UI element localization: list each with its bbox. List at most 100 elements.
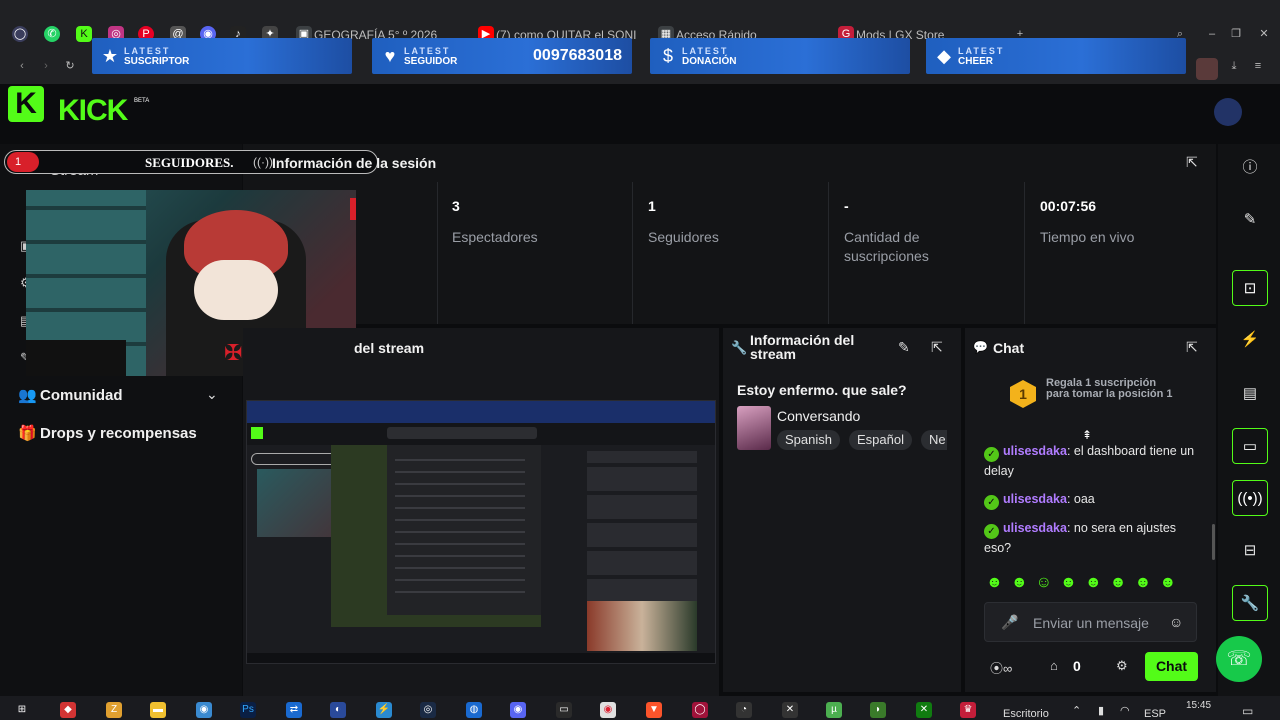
- chat-toggle-icon[interactable]: ▭: [1232, 428, 1268, 464]
- edit-pencil-icon[interactable]: ✎: [898, 339, 910, 356]
- reload-icon[interactable]: ↻: [62, 58, 78, 74]
- kick-wordmark: KICK: [58, 94, 128, 127]
- user-avatar[interactable]: [1214, 98, 1242, 126]
- tray-arrow-icon[interactable]: ⌃: [1072, 704, 1081, 717]
- popout-icon[interactable]: ⇱: [931, 339, 943, 356]
- pin-icon[interactable]: ⇞: [1082, 428, 1092, 442]
- language-indicator[interactable]: ESP: [1144, 708, 1166, 720]
- live-time-value: 00:07:56: [1040, 198, 1097, 214]
- app-icon[interactable]: ◆: [60, 702, 76, 718]
- banner-label: SUSCRIPTOR: [124, 56, 190, 67]
- filezilla-icon[interactable]: Z: [106, 702, 122, 718]
- chat-message: ✓ ulisesdaka: el dashboard tiene un delay: [984, 442, 1199, 481]
- folder-icon[interactable]: ▬: [150, 702, 166, 718]
- app-icon[interactable]: ◉: [196, 702, 212, 718]
- whatsapp-icon[interactable]: ✆: [44, 26, 60, 42]
- layout-icon[interactable]: ⊟: [1232, 533, 1268, 569]
- chat-username[interactable]: ulisesdaka: [1003, 444, 1067, 458]
- send-chat-button[interactable]: Chat: [1145, 652, 1198, 681]
- dollar-icon: $: [662, 46, 673, 66]
- steam-icon[interactable]: ◎: [420, 702, 436, 718]
- kick-tab-icon[interactable]: K: [76, 26, 92, 42]
- gift-icon: 🎁: [18, 425, 37, 442]
- brave-icon[interactable]: ▼: [646, 702, 662, 718]
- back-icon[interactable]: ‹: [14, 58, 30, 74]
- network-icon[interactable]: ◠: [1120, 704, 1130, 717]
- opera-gx-taskbar-icon[interactable]: ◯: [692, 702, 708, 718]
- app-icon[interactable]: ◍: [466, 702, 482, 718]
- sidebar-item-comunidad[interactable]: 👥 Comunidad: [18, 386, 123, 404]
- tag-spanish: Spanish: [777, 430, 840, 450]
- app-icon[interactable]: ◔: [736, 702, 752, 718]
- divider: [632, 182, 633, 324]
- thunder-icon[interactable]: ⚡: [376, 702, 392, 718]
- usb-icon[interactable]: ▮: [1098, 704, 1104, 717]
- emote-picker-row[interactable]: ☻☻☺☻☻☻☻☻: [986, 574, 1196, 594]
- verified-badge-icon: ✓: [984, 447, 999, 462]
- app-icon[interactable]: ✕: [782, 702, 798, 718]
- photoshop-icon[interactable]: Ps: [240, 702, 256, 718]
- chat-username[interactable]: ulisesdaka: [1003, 492, 1067, 506]
- broadcast-icon: ((·)): [253, 155, 273, 169]
- verified-badge-icon: ✓: [984, 524, 999, 539]
- tools-icon[interactable]: 🔧: [1232, 585, 1268, 621]
- lightning-icon[interactable]: ⚡: [1232, 322, 1268, 358]
- latest-follower-banner: ♥ LATEST SEGUIDOR 0097683018: [372, 38, 632, 74]
- chevron-down-icon[interactable]: ⌄: [206, 386, 218, 403]
- minimize-icon[interactable]: –: [1204, 26, 1220, 42]
- popout-icon[interactable]: ⇱: [1186, 339, 1198, 356]
- utorrent-icon[interactable]: µ: [826, 702, 842, 718]
- gift-subscription-prompt[interactable]: Regala 1 suscripción para tomar la posic…: [1046, 378, 1174, 400]
- support-chat-icon[interactable]: ☏: [1216, 636, 1262, 682]
- notes-icon[interactable]: ▤: [1232, 376, 1268, 412]
- restore-icon[interactable]: ❐: [1228, 26, 1244, 42]
- app-icon[interactable]: ◗: [870, 702, 886, 718]
- category-name[interactable]: Conversando: [777, 408, 860, 424]
- preview-suggestions: [395, 451, 525, 601]
- chat-message: ✓ ulisesdaka: oaa: [984, 490, 1199, 510]
- xbox-icon[interactable]: ✕: [916, 702, 932, 718]
- channel-points-icon[interactable]: ⦿∞: [990, 658, 1012, 677]
- broadcast-toggle-icon[interactable]: ((•)): [1232, 480, 1268, 516]
- banner-small-label: LATEST: [404, 46, 451, 56]
- latest-cheer-banner: ◆ LATEST CHEER: [926, 38, 1186, 74]
- desktop-label[interactable]: Escritorio: [1003, 708, 1049, 720]
- close-window-icon[interactable]: ✕: [1256, 26, 1272, 42]
- menu-icon[interactable]: ≡: [1250, 58, 1266, 74]
- microphone-icon[interactable]: 🎤: [1001, 614, 1018, 631]
- app-icon[interactable]: ♛: [960, 702, 976, 718]
- notifications-icon[interactable]: ▭: [1242, 704, 1253, 718]
- windows-start-icon[interactable]: ⊞: [14, 702, 30, 718]
- chat-username[interactable]: ulisesdaka: [1003, 521, 1067, 535]
- divider: [828, 182, 829, 324]
- teamviewer-icon[interactable]: ⇄: [286, 702, 302, 718]
- viewers-label: Espectadores: [452, 229, 538, 245]
- banner-label: DONACIÓN: [682, 56, 737, 67]
- preview-kick-icon: [251, 427, 263, 439]
- app-icon[interactable]: ◐: [330, 702, 346, 718]
- kick-logo[interactable]: K KICK BETA: [8, 86, 158, 127]
- chat-message: ✓ ulisesdaka: no sera en ajustes eso?: [984, 519, 1199, 558]
- discord-taskbar-icon[interactable]: ◉: [510, 702, 526, 718]
- banner-small-label: LATEST: [958, 46, 1005, 56]
- sidebar-item-drops[interactable]: 🎁 Drops y recompensas: [18, 424, 197, 442]
- chat-input[interactable]: 🎤 Enviar un mensaje ☺: [984, 602, 1197, 642]
- download-icon[interactable]: ⤓: [1226, 58, 1242, 74]
- info-icon[interactable]: ⓘ: [1232, 150, 1268, 186]
- chat-title: Chat: [993, 340, 1025, 356]
- stream-preview-video[interactable]: [246, 400, 716, 664]
- popout-icon[interactable]: ⇱: [1186, 154, 1198, 171]
- edit-icon[interactable]: ✎: [1232, 202, 1268, 238]
- chat-scrollbar[interactable]: [1212, 524, 1215, 560]
- chrome-icon[interactable]: ◉: [600, 702, 616, 718]
- clock-time[interactable]: 15:45: [1186, 700, 1211, 711]
- emoji-icon[interactable]: ☺: [1169, 614, 1183, 630]
- clip-capture-icon[interactable]: ⊡: [1232, 270, 1268, 306]
- settings-gear-icon[interactable]: ⚙: [1116, 658, 1128, 674]
- opera-gx-logo-icon[interactable]: ◯: [12, 26, 28, 42]
- app-icon[interactable]: ▭: [556, 702, 572, 718]
- store-icon[interactable]: ⌂: [1050, 658, 1058, 673]
- banner-label: SEGUIDOR: [404, 56, 458, 67]
- profile-avatar[interactable]: [1196, 58, 1218, 80]
- forward-icon[interactable]: ›: [38, 58, 54, 74]
